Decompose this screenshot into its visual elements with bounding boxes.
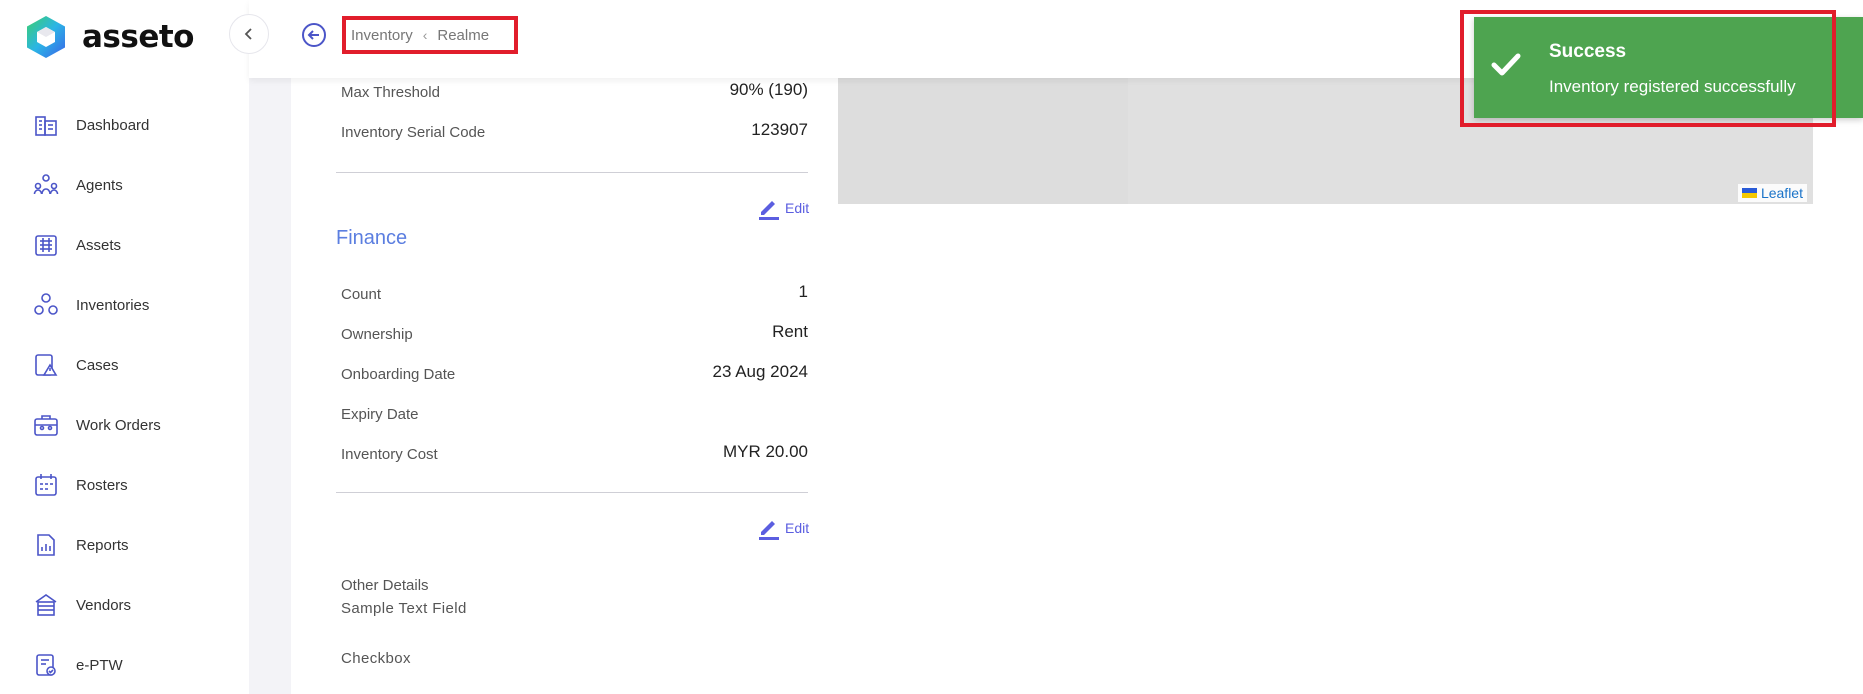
pencil-icon bbox=[759, 521, 779, 540]
detail-value: 1 bbox=[798, 282, 808, 301]
sidebar-item-vendors[interactable]: Vendors bbox=[0, 575, 249, 635]
breadcrumb: Inventory ‹ Realme bbox=[342, 16, 518, 54]
checkbox-field-label: Checkbox bbox=[341, 650, 411, 667]
other-details-title: Other Details bbox=[341, 577, 429, 594]
section-divider bbox=[336, 492, 808, 493]
detail-value: 90% (190) bbox=[729, 80, 808, 99]
app-logo[interactable]: asseto bbox=[24, 14, 194, 60]
back-arrow-icon[interactable] bbox=[301, 22, 327, 48]
app-name: asseto bbox=[82, 19, 194, 55]
sidebar-item-label: Agents bbox=[76, 176, 123, 194]
sidebar-item-inventories[interactable]: Inventories bbox=[0, 275, 249, 335]
detail-value: 123907 bbox=[751, 120, 808, 139]
detail-label: Max Threshold bbox=[341, 84, 440, 101]
pencil-icon bbox=[759, 201, 779, 220]
sidebar: asseto Dashboard Agents Assets Inventori… bbox=[0, 0, 249, 694]
work-orders-icon bbox=[32, 411, 60, 439]
sidebar-item-label: Assets bbox=[76, 236, 122, 254]
sidebar-item-label: Work Orders bbox=[76, 416, 161, 434]
edit-other-details-button[interactable]: Edit bbox=[757, 515, 809, 541]
sidebar-nav: Dashboard Agents Assets Inventories Case… bbox=[0, 95, 249, 694]
map-attribution[interactable]: Leaflet bbox=[1737, 184, 1807, 202]
reports-icon bbox=[32, 531, 60, 559]
sidebar-item-label: Rosters bbox=[76, 476, 128, 494]
edit-label: Edit bbox=[785, 200, 810, 216]
sidebar-item-label: Cases bbox=[76, 356, 119, 374]
section-divider bbox=[336, 172, 808, 173]
eptw-icon bbox=[32, 651, 60, 679]
agents-icon bbox=[32, 171, 60, 199]
dashboard-icon bbox=[32, 111, 60, 139]
sidebar-item-dashboard[interactable]: Dashboard bbox=[0, 95, 249, 155]
breadcrumb-parent[interactable]: Inventory bbox=[351, 27, 413, 44]
detail-label: Inventory Cost bbox=[341, 446, 438, 463]
breadcrumb-separator-icon: ‹ bbox=[422, 27, 428, 43]
sidebar-item-label: Vendors bbox=[76, 596, 132, 614]
sidebar-item-rosters[interactable]: Rosters bbox=[0, 455, 249, 515]
sidebar-item-label: Dashboard bbox=[76, 116, 150, 134]
ukraine-flag-icon bbox=[1741, 188, 1757, 198]
finance-section-title: Finance bbox=[336, 227, 408, 249]
sidebar-item-agents[interactable]: Agents bbox=[0, 155, 249, 215]
breadcrumb-current: Realme bbox=[437, 26, 490, 44]
rosters-icon bbox=[32, 471, 60, 499]
detail-label: Expiry Date bbox=[341, 406, 419, 423]
vendors-icon bbox=[32, 591, 60, 619]
sidebar-item-label: Inventories bbox=[76, 296, 150, 314]
chevron-left-icon bbox=[244, 28, 252, 40]
edit-finance-button[interactable]: Edit bbox=[757, 195, 809, 221]
detail-label: Onboarding Date bbox=[341, 366, 456, 383]
detail-value: Rent bbox=[772, 322, 808, 341]
sample-text-field-label: Sample Text Field bbox=[341, 600, 467, 617]
toast-highlight-frame bbox=[1460, 10, 1836, 127]
attribution-link[interactable]: Leaflet bbox=[1761, 185, 1803, 201]
sidebar-item-eptw[interactable]: e-PTW bbox=[0, 635, 249, 694]
detail-value: MYR 20.00 bbox=[722, 442, 808, 461]
sidebar-item-label: e-PTW bbox=[76, 656, 123, 674]
detail-value: 23 Aug 2024 bbox=[712, 362, 808, 381]
inventories-icon bbox=[32, 291, 60, 319]
cases-icon bbox=[32, 351, 60, 379]
sidebar-item-assets[interactable]: Assets bbox=[0, 215, 249, 275]
collapse-sidebar-button[interactable] bbox=[229, 14, 269, 54]
assets-icon bbox=[32, 231, 60, 259]
detail-label: Ownership bbox=[341, 326, 413, 343]
sidebar-item-cases[interactable]: Cases bbox=[0, 335, 249, 395]
detail-label: Inventory Serial Code bbox=[341, 124, 486, 141]
sidebar-item-reports[interactable]: Reports bbox=[0, 515, 249, 575]
edit-label: Edit bbox=[785, 520, 810, 536]
sidebar-item-work-orders[interactable]: Work Orders bbox=[0, 395, 249, 455]
logo-cube-icon bbox=[27, 16, 65, 58]
sidebar-item-label: Reports bbox=[76, 536, 129, 554]
detail-label: Count bbox=[341, 286, 382, 303]
